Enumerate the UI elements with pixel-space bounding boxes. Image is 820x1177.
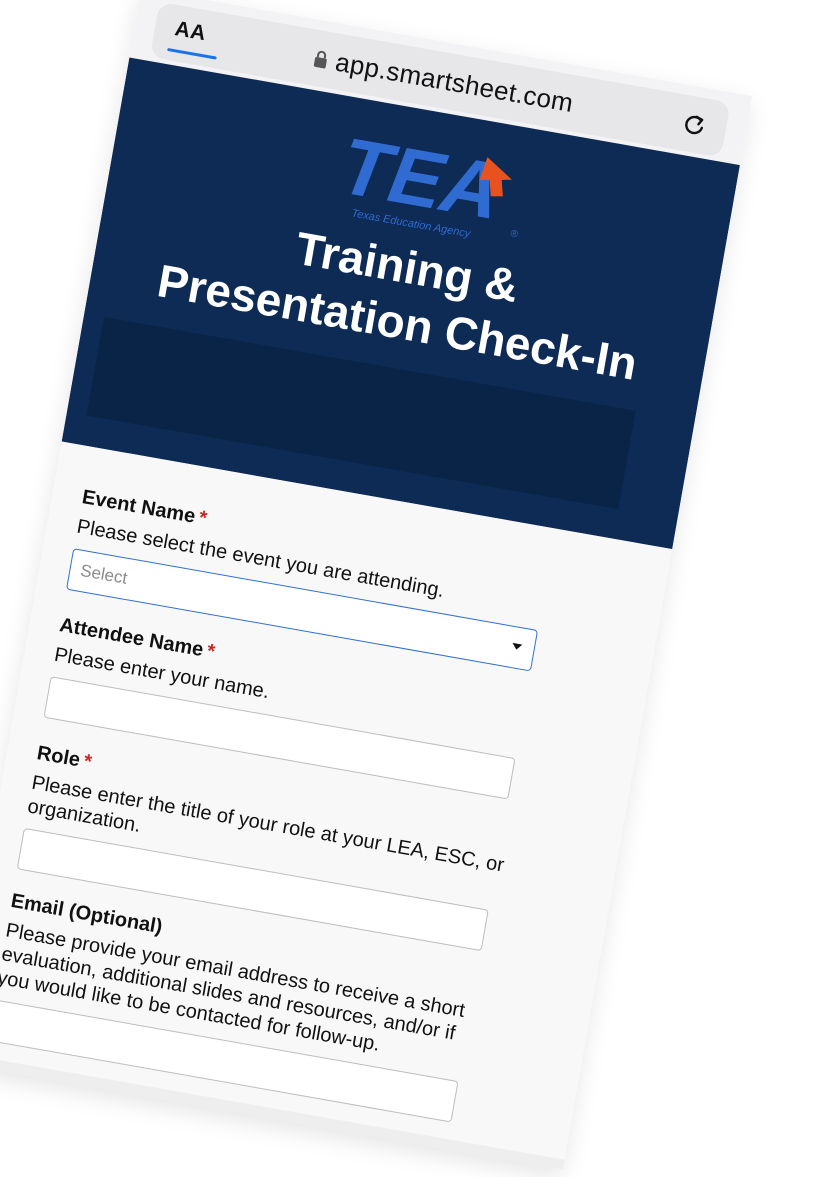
phone-screen: AA app.smartsheet.com TEA Texas Educatio… — [0, 0, 753, 1170]
required-marker: * — [205, 640, 217, 664]
select-placeholder: Select — [78, 560, 129, 588]
required-marker: * — [81, 750, 94, 774]
reload-icon[interactable] — [678, 108, 710, 140]
lock-icon — [313, 50, 327, 69]
check-in-form: Event Name* Please select the event you … — [0, 441, 673, 1170]
text-size-indicator — [167, 47, 217, 60]
screen: AA app.smartsheet.com TEA Texas Educatio… — [0, 0, 820, 1177]
dropdown-caret-icon — [511, 642, 523, 651]
required-marker: * — [197, 506, 209, 530]
logo-registered-mark: ® — [510, 228, 520, 240]
text-size-button[interactable]: AA — [173, 17, 208, 46]
